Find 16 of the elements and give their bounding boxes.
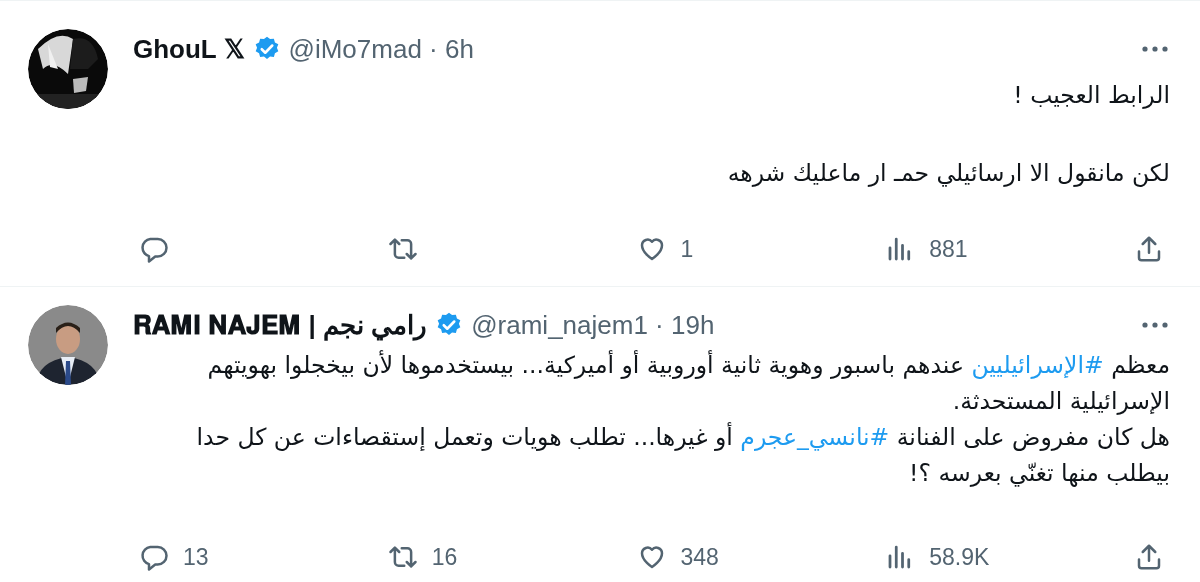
tweet-text: معظم #الإسرائيليين عندهم باسبور وهوية ثانية أوروبية أو أميركية... بيستخدموها لأن بيخجلوا بهويتهم الإسرائيلية المستحدثة. <box>206 349 1170 417</box>
reply-count: 13 <box>183 543 209 571</box>
views-count: 881 <box>929 235 968 263</box>
repost-count: 16 <box>431 543 458 571</box>
more-icon[interactable] <box>1140 320 1170 330</box>
author-name[interactable]: 𝐑𝐀𝐌𝐈 𝐍𝐀𝐉𝐄𝐌 | رامي نجم <box>133 309 428 341</box>
tweet-text: الرابط العجيب ! <box>1012 80 1170 111</box>
author-name[interactable]: GhouL 𝕏 <box>133 33 245 65</box>
tweet-text: هل كان مفروض على الفنانة #نانسي_عجرم أو غيرها... تطلب هويات وتعمل إستقصاءات عن كل حدا بيطلب منها تغنّي بعرسه ؟! <box>195 421 1170 489</box>
more-icon[interactable] <box>1140 44 1170 54</box>
tweet-text: لكن مانقول الا ارسائيلي حمـ ار ماعليك شرهه <box>726 158 1170 189</box>
handle-and-time[interactable]: @rami_najem1 · 19h <box>471 309 715 341</box>
handle-and-time[interactable]: @iMo7mad · 6h <box>288 33 474 65</box>
like-count: 348 <box>680 543 719 571</box>
like-count: 1 <box>680 235 694 263</box>
views-count: 58.9K <box>929 543 990 571</box>
